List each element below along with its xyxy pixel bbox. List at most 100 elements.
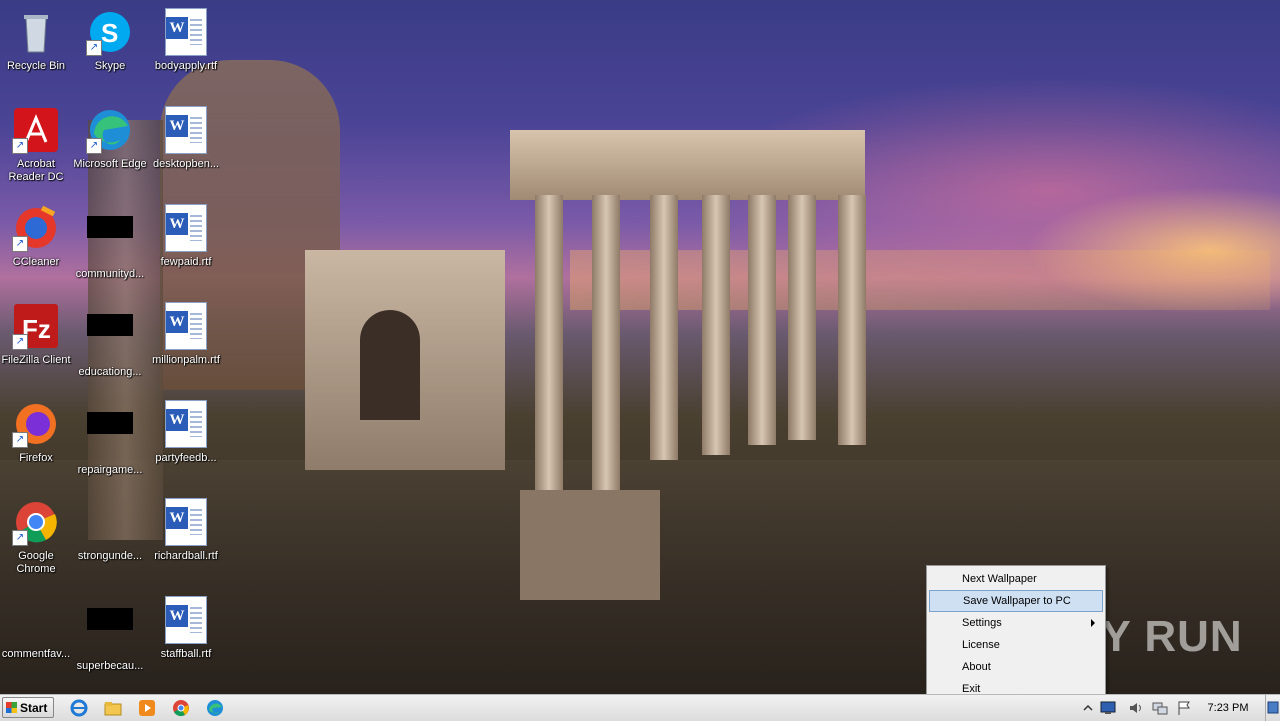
volume-icon[interactable] (1128, 700, 1144, 716)
wallpaper-temple-base (520, 490, 660, 600)
menu-item-about[interactable]: About (929, 656, 1103, 678)
desktop-icon-richardball[interactable]: richardball.rtf (148, 498, 224, 563)
desktop-icon-label: Skype (94, 60, 126, 72)
menu-item-label: Settings (962, 617, 1002, 629)
file-explorer-icon[interactable] (104, 699, 122, 717)
desktop-icon-partyfeedb[interactable]: partyfeedb... (148, 400, 224, 465)
blank-file-icon (86, 608, 134, 656)
desktop-icon-commentfav[interactable]: commentfav... (0, 596, 74, 661)
word-doc-icon (162, 106, 210, 154)
wallpaper-app-tray-icon[interactable] (1100, 700, 1116, 716)
desktop-icon-repairgame[interactable]: repairgame... (72, 400, 148, 477)
skype-icon: S ↗ (86, 8, 134, 56)
shortcut-arrow-icon: ↗ (86, 138, 102, 154)
desktop-icon-label: communityd... (75, 268, 145, 280)
edge-icon: ↗ (86, 106, 134, 154)
desktop-icon-label: staffball.rtf (160, 648, 212, 660)
show-hidden-icons-icon[interactable] (1080, 700, 1096, 716)
desktop-icon-desktopben[interactable]: desktopben... (148, 106, 224, 171)
desktop-icon-ccleaner[interactable]: ↗ CCleaner (0, 204, 74, 269)
wallpaper-temple-top (510, 130, 865, 200)
desktop-icon-label: Recycle Bin (6, 60, 66, 72)
desktop-icon-filezilla[interactable]: Fz ↗ FileZilla Client (0, 302, 74, 367)
start-label: Start (20, 701, 48, 715)
filezilla-icon: Fz ↗ (12, 302, 60, 350)
windows-logo-icon (6, 702, 17, 713)
blank-file-icon (12, 596, 60, 644)
chrome-icon: ↗ (12, 498, 60, 546)
desktop-icon-bodyapply[interactable]: bodyapply.rtf (148, 8, 224, 73)
desktop-icon-label: Acrobat Reader DC (8, 158, 64, 183)
desktop-icon-chrome[interactable]: ↗ Google Chrome (0, 498, 74, 576)
wallpaper-column (838, 195, 866, 445)
menu-item-save-wallpaper[interactable]: Save Wallpaper to PC (929, 590, 1103, 612)
desktop-icon-millionpalm[interactable]: millionpalm.rtf (148, 302, 224, 367)
recycle-bin-icon (12, 8, 60, 56)
wallpaper-column (702, 195, 730, 455)
blank-file-icon (86, 314, 134, 362)
show-desktop-button[interactable] (1265, 695, 1280, 721)
ccleaner-icon: ↗ (12, 204, 60, 252)
shortcut-arrow-icon: ↗ (12, 432, 28, 448)
desktop-icon-staffball[interactable]: staffball.rtf (148, 596, 224, 661)
network-icon[interactable] (1152, 700, 1168, 716)
blank-file-icon (86, 412, 134, 460)
chrome-icon[interactable] (172, 699, 190, 717)
svg-text:S: S (101, 18, 118, 48)
wallpaper-column (788, 195, 816, 440)
menu-item-settings[interactable]: Settings (929, 612, 1103, 634)
desktop-icon-communityd[interactable]: communityd... (72, 204, 148, 281)
blank-file-icon (86, 498, 134, 546)
edge-icon[interactable] (206, 699, 224, 717)
desktop-icon-label: fewpaid.rtf (160, 256, 212, 268)
tray-context-menu: Next Wallpaper Save Wallpaper to PC Sett… (926, 565, 1106, 702)
desktop-icon-edge[interactable]: ↗ Microsoft Edge (72, 106, 148, 171)
desktop-icon-acrobat[interactable]: ↗ Acrobat Reader DC (0, 106, 74, 184)
shortcut-arrow-icon: ↗ (12, 334, 28, 350)
desktop-icon-label: millionpalm.rtf (152, 354, 220, 366)
desktop-icon-label: commentfav... (1, 648, 71, 660)
wallpaper-column (535, 195, 563, 495)
shortcut-arrow-icon: ↗ (12, 530, 28, 546)
desktop-icon-superbecau[interactable]: superbecau... (72, 596, 148, 673)
desktop-icon-label: repairgame... (77, 464, 143, 476)
desktop-icon-fewpaid[interactable]: fewpaid.rtf (148, 204, 224, 269)
shortcut-arrow-icon: ↗ (12, 138, 28, 154)
word-doc-icon (162, 204, 210, 252)
shortcut-arrow-icon: ↗ (86, 40, 102, 56)
word-doc-icon (162, 8, 210, 56)
menu-item-next-wallpaper[interactable]: Next Wallpaper (929, 568, 1103, 590)
taskbar-clock[interactable]: 7:23 PM (1198, 695, 1258, 721)
taskbar: Start 7:23 PM (0, 694, 1280, 721)
redacted-thumbnail (87, 314, 133, 336)
blank-file-icon (86, 216, 134, 264)
internet-explorer-icon[interactable] (70, 699, 88, 717)
desktop-icon-label: educationg... (78, 366, 142, 378)
redacted-thumbnail (87, 608, 133, 630)
desktop-icon-label: bodyapply.rtf (154, 60, 218, 72)
desktop-icon-label: Firefox (19, 452, 53, 464)
acrobat-icon: ↗ (12, 106, 60, 154)
start-button[interactable]: Start (2, 697, 54, 718)
word-doc-icon (162, 498, 210, 546)
menu-item-license[interactable]: License (929, 634, 1103, 656)
wallpaper-column (748, 195, 776, 445)
desktop-icon-strongunde[interactable]: strongunde... (72, 498, 148, 563)
wallpaper-arch (305, 250, 505, 470)
desktop-icon-label: partyfeedb... (155, 452, 217, 464)
desktop-icon-label: Google Chrome (16, 550, 56, 575)
desktop-icon-recycle-bin[interactable]: Recycle Bin (0, 8, 74, 73)
redacted-thumbnail (87, 412, 133, 434)
media-player-icon[interactable] (138, 699, 156, 717)
wallpaper-column (650, 195, 678, 460)
firefox-icon: ↗ (12, 400, 60, 448)
desktop-icon-skype[interactable]: S ↗ Skype (72, 8, 148, 73)
desktop-icon-label: FileZilla Client (1, 354, 71, 366)
desktop-icon-firefox[interactable]: ↗ Firefox (0, 400, 74, 465)
desktop-icon-educationg[interactable]: educationg... (72, 302, 148, 379)
desktop-icon-label: richardball.rtf (154, 550, 218, 562)
submenu-arrow-icon (1091, 619, 1095, 627)
desktop-icon-label: strongunde... (77, 550, 143, 562)
action-center-flag-icon[interactable] (1176, 700, 1192, 716)
word-doc-icon (162, 302, 210, 350)
